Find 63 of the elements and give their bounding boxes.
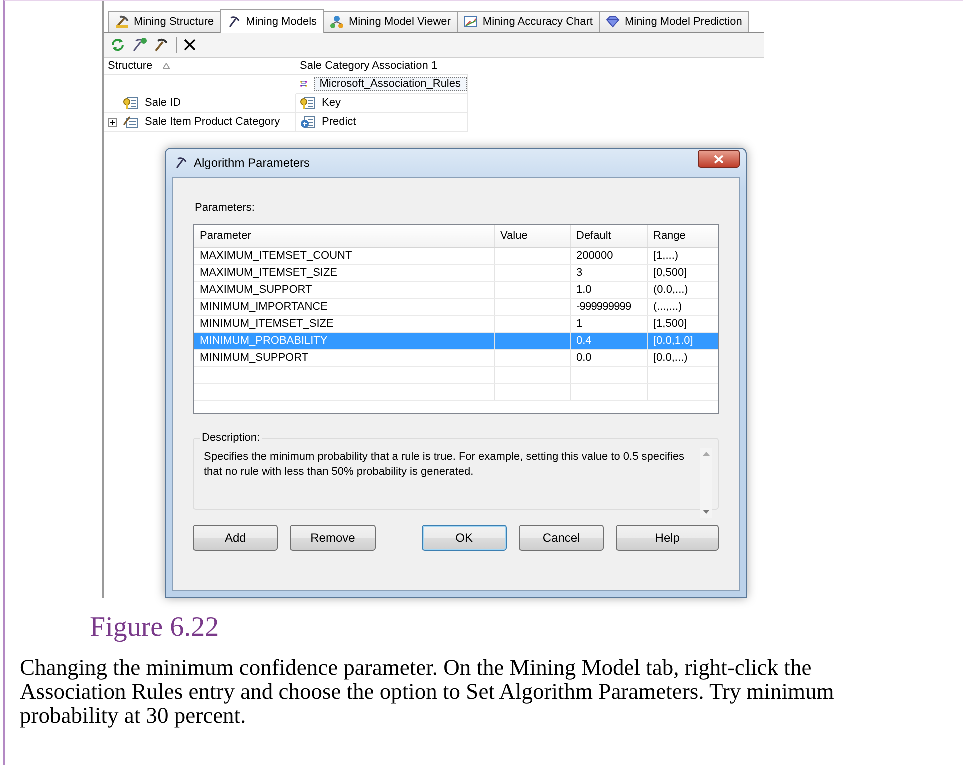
- column-header[interactable]: Default: [570, 225, 647, 248]
- dialog-button[interactable]: Remove: [290, 525, 376, 551]
- dialog-button[interactable]: OK: [422, 525, 507, 551]
- nested-table-icon: [123, 115, 139, 129]
- pickaxe-icon: [154, 37, 170, 53]
- column-header[interactable]: Value: [494, 225, 570, 248]
- close-button[interactable]: [698, 150, 740, 168]
- scroll-down-icon: [702, 510, 710, 514]
- table-cell[interactable]: MAXIMUM_SUPPORT: [194, 282, 494, 298]
- column-header[interactable]: Parameter: [194, 225, 494, 248]
- column-header[interactable]: Structure: [108, 60, 153, 72]
- table-cell[interactable]: [1,...): [647, 248, 718, 264]
- chart-icon: [464, 15, 478, 29]
- tab[interactable]: Mining Models: [220, 9, 324, 33]
- table-cell[interactable]: MAXIMUM_ITEMSET_COUNT: [194, 248, 494, 264]
- dialog-button[interactable]: Cancel: [518, 525, 604, 551]
- key-column-icon: [300, 96, 316, 110]
- diamond-icon: [606, 15, 620, 29]
- table-cell[interactable]: MINIMUM_IMPORTANCE: [194, 298, 494, 316]
- dialog-title: Algorithm Parameters: [194, 156, 310, 170]
- network-icon: [330, 15, 344, 29]
- table-cell[interactable]: -999999999: [570, 298, 647, 316]
- description-label: Description:: [201, 432, 262, 444]
- table-cell[interactable]: [0,500]: [647, 264, 718, 282]
- pickaxe-icon: [174, 156, 188, 170]
- expand-icon[interactable]: [108, 118, 117, 126]
- usage-cell: Predict: [322, 116, 356, 128]
- table-cell[interactable]: MAXIMUM_ITEMSET_SIZE: [194, 264, 494, 282]
- close-icon: [714, 154, 724, 164]
- algorithm-name[interactable]: Microsoft_Association_Rules: [314, 77, 467, 91]
- usage-cell: Key: [322, 97, 341, 109]
- delete-icon: [183, 38, 197, 52]
- figure-title: Figure 6.22: [90, 612, 220, 644]
- tab[interactable]: Mining Accuracy Chart: [456, 11, 600, 32]
- tab[interactable]: Mining Model Viewer: [323, 11, 458, 32]
- pickaxe-refresh-icon: [132, 37, 148, 53]
- table-cell[interactable]: MINIMUM_SUPPORT: [194, 350, 494, 366]
- table-cell[interactable]: 3: [570, 264, 647, 282]
- table-cell[interactable]: 1.0: [570, 282, 647, 298]
- table-cell[interactable]: (...,...): [647, 298, 718, 316]
- tab[interactable]: Mining Structure: [108, 11, 222, 32]
- pickaxe-icon: [115, 15, 129, 29]
- table-cell[interactable]: 0.0: [570, 350, 647, 366]
- column-header[interactable]: Sale Category Association 1: [300, 60, 438, 72]
- table-cell[interactable]: [0.0,...): [647, 350, 718, 366]
- structure-column: Sale ID: [145, 97, 182, 109]
- pickaxe-icon: [227, 14, 242, 28]
- scrollbar[interactable]: [700, 448, 712, 518]
- scroll-up-icon: [702, 452, 710, 456]
- dialog-button[interactable]: Help: [616, 525, 719, 551]
- predict-column-icon: [300, 115, 316, 129]
- column-header[interactable]: Range: [647, 225, 718, 248]
- tab[interactable]: Mining Model Prediction: [598, 11, 750, 32]
- key-column-icon: [123, 96, 139, 110]
- parameters-label: Parameters:: [195, 202, 256, 214]
- caption-text: Changing the minimum confidence parameter. On the Mining Model tab, right-click the Association Rules entry and choose the option to Set Algorithm Parameters. Try minimum probability at 30 percent.: [20, 656, 836, 728]
- sort-icon: [162, 63, 170, 69]
- description-text: Specifies the minimum probability that a rule is true. For example, setting this value to 0.5 specifies that no rule with less than 50% probability is generated.: [204, 450, 686, 480]
- table-cell[interactable]: 200000: [570, 248, 647, 264]
- refresh-icon: [110, 37, 126, 53]
- table-cell[interactable]: (0.0,...): [647, 282, 718, 298]
- dialog-button[interactable]: Add: [193, 525, 278, 551]
- structure-column: Sale Item Product Category: [145, 116, 280, 128]
